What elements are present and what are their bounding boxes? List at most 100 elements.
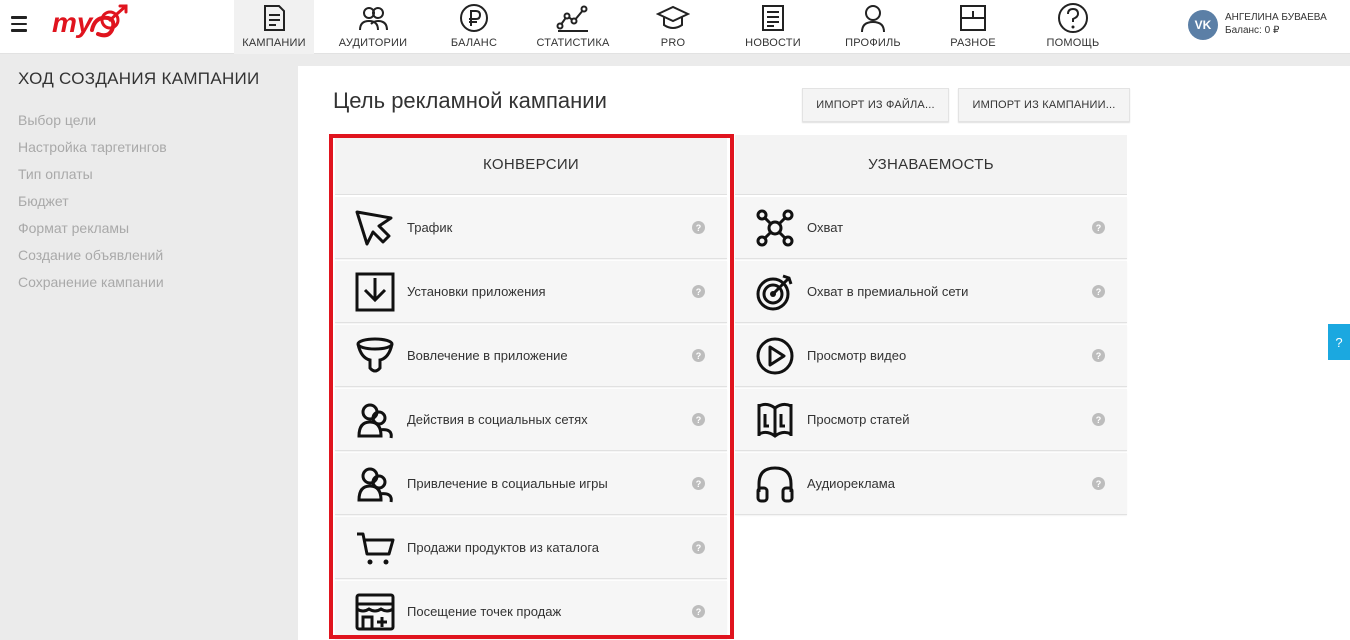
nav-audiences[interactable]: АУДИТОРИИ (333, 0, 413, 54)
play-circle-icon (756, 337, 794, 375)
nav-balance[interactable]: БАЛАНС (434, 0, 514, 54)
goal-store-visits[interactable]: Посещение точек продаж ? (335, 581, 727, 640)
nav-pro[interactable]: PRO (633, 0, 713, 54)
campaign-steps-sidebar: ХОД СОЗДАНИЯ КАМПАНИИ Выбор цели Настрой… (0, 55, 296, 640)
user-name: АНГЕЛИНА БУВАЕВА (1225, 12, 1327, 23)
box-plus-icon (960, 5, 986, 31)
import-from-campaign-button[interactable]: ИМПОРТ ИЗ КАМПАНИИ... (958, 88, 1130, 122)
step-create-ads[interactable]: Создание объявлений (18, 247, 167, 274)
top-navigation-bar: my КАМПАНИИ АУДИТОРИИ БАЛАНС СТАТИСТИКА … (0, 0, 1350, 54)
nav-label: ПОМОЩЬ (1046, 37, 1100, 49)
nav-label: НОВОСТИ (745, 37, 801, 49)
help-icon[interactable]: ? (1092, 413, 1105, 426)
goal-label: Вовлечение в приложение (407, 348, 568, 363)
reach-network-icon (756, 209, 794, 247)
goal-label: Просмотр видео (807, 348, 907, 363)
cursor-icon (355, 210, 393, 246)
audience-icon (359, 7, 388, 31)
side-help-tab[interactable]: ? (1328, 324, 1350, 360)
goal-video-views[interactable]: Просмотр видео ? (735, 325, 1127, 387)
menu-icon[interactable] (11, 16, 27, 32)
goal-app-engagement[interactable]: Вовлечение в приложение ? (335, 325, 727, 387)
goal-audio-ads[interactable]: Аудиореклама ? (735, 453, 1127, 515)
target-arrow-icon (756, 274, 793, 311)
goal-label: Действия в социальных сетях (407, 412, 588, 427)
help-icon[interactable]: ? (692, 477, 705, 490)
nav-label: АУДИТОРИИ (338, 37, 408, 49)
graduation-cap-icon (656, 5, 690, 29)
nav-label: КАМПАНИИ (242, 37, 306, 49)
help-icon[interactable]: ? (1092, 285, 1105, 298)
awareness-header: УЗНАВАЕМОСТЬ (735, 135, 1127, 195)
step-targeting[interactable]: Настройка таргетингов (18, 139, 167, 166)
vk-avatar-icon: VK (1188, 10, 1218, 40)
goal-label: Установки приложения (407, 284, 546, 299)
conversions-column: КОНВЕРСИИ Трафик ? Установки приложения … (335, 135, 727, 640)
goal-article-views[interactable]: Просмотр статей ? (735, 389, 1127, 451)
step-payment-type[interactable]: Тип оплаты (18, 166, 167, 193)
nav-misc[interactable]: РАЗНОЕ (933, 0, 1013, 54)
steps-list: Выбор цели Настройка таргетингов Тип опл… (18, 112, 167, 301)
goal-app-installs[interactable]: Установки приложения ? (335, 261, 727, 323)
nav-help[interactable]: ПОМОЩЬ (1033, 0, 1113, 54)
help-icon[interactable]: ? (692, 541, 705, 554)
headphones-icon (756, 466, 794, 503)
nav-campaigns[interactable]: КАМПАНИИ (234, 0, 314, 54)
goal-social-games[interactable]: Привлечение в социальные игры ? (335, 453, 727, 515)
social-users-icon (357, 403, 393, 439)
question-icon (1058, 3, 1088, 33)
import-from-file-button[interactable]: ИМПОРТ ИЗ ФАЙЛА... (802, 88, 949, 122)
goal-label: Продажи продуктов из каталога (407, 540, 600, 555)
goal-label: Трафик (407, 220, 453, 235)
help-icon[interactable]: ? (1092, 349, 1105, 362)
help-icon[interactable]: ? (692, 285, 705, 298)
newspaper-icon (762, 5, 784, 31)
goal-label: Просмотр статей (807, 412, 910, 427)
help-icon[interactable]: ? (692, 221, 705, 234)
funnel-icon (356, 337, 394, 373)
user-icon (861, 5, 885, 33)
help-icon[interactable]: ? (692, 349, 705, 362)
nav-label: БАЛАНС (450, 37, 498, 49)
goal-label: Охват в премиальной сети (807, 284, 969, 299)
user-balance: Баланс: 0 ₽ (1225, 25, 1280, 36)
step-budget[interactable]: Бюджет (18, 193, 167, 220)
sidebar-title: ХОД СОЗДАНИЯ КАМПАНИИ (18, 69, 260, 88)
user-account[interactable]: VK АНГЕЛИНА БУВАЕВА Баланс: 0 ₽ (1188, 10, 1327, 40)
help-icon[interactable]: ? (1092, 221, 1105, 234)
goal-traffic[interactable]: Трафик ? (335, 197, 727, 259)
nav-statistics[interactable]: СТАТИСТИКА (533, 0, 613, 54)
help-icon[interactable]: ? (692, 605, 705, 618)
mytarget-logo[interactable]: my (52, 2, 136, 55)
store-icon (355, 593, 395, 631)
nav-label: ПРОФИЛЬ (845, 37, 901, 49)
goal-label: Аудиореклама (807, 476, 895, 491)
document-icon (264, 5, 285, 31)
step-ad-format[interactable]: Формат рекламы (18, 220, 167, 247)
user-info: АНГЕЛИНА БУВАЕВА Баланс: 0 ₽ (1225, 11, 1327, 37)
step-save-campaign[interactable]: Сохранение кампании (18, 274, 167, 301)
nav-label: PRO (660, 37, 686, 49)
svg-text:my: my (52, 7, 94, 38)
conversions-header: КОНВЕРСИИ (335, 135, 727, 195)
goal-catalog-sales[interactable]: Продажи продуктов из каталога ? (335, 517, 727, 579)
nav-news[interactable]: НОВОСТИ (733, 0, 813, 54)
book-icon (757, 402, 793, 438)
download-box-icon (355, 272, 395, 312)
stats-line-icon (556, 5, 588, 32)
goal-label: Привлечение в социальные игры (407, 476, 608, 491)
goal-reach[interactable]: Охват ? (735, 197, 1127, 259)
cart-icon (357, 532, 395, 565)
ruble-icon (460, 4, 488, 32)
help-icon[interactable]: ? (1092, 477, 1105, 490)
social-games-icon (357, 467, 393, 503)
help-icon[interactable]: ? (692, 413, 705, 426)
goal-label: Посещение точек продаж (407, 604, 562, 619)
nav-label: РАЗНОЕ (950, 37, 996, 49)
goal-social-actions[interactable]: Действия в социальных сетях ? (335, 389, 727, 451)
nav-profile[interactable]: ПРОФИЛЬ (833, 0, 913, 54)
step-goal[interactable]: Выбор цели (18, 112, 167, 139)
page-title: Цель рекламной кампании (333, 88, 607, 113)
goal-premium-reach[interactable]: Охват в премиальной сети ? (735, 261, 1127, 323)
awareness-column: УЗНАВАЕМОСТЬ Охват ? Охват в премиальной… (735, 135, 1127, 515)
